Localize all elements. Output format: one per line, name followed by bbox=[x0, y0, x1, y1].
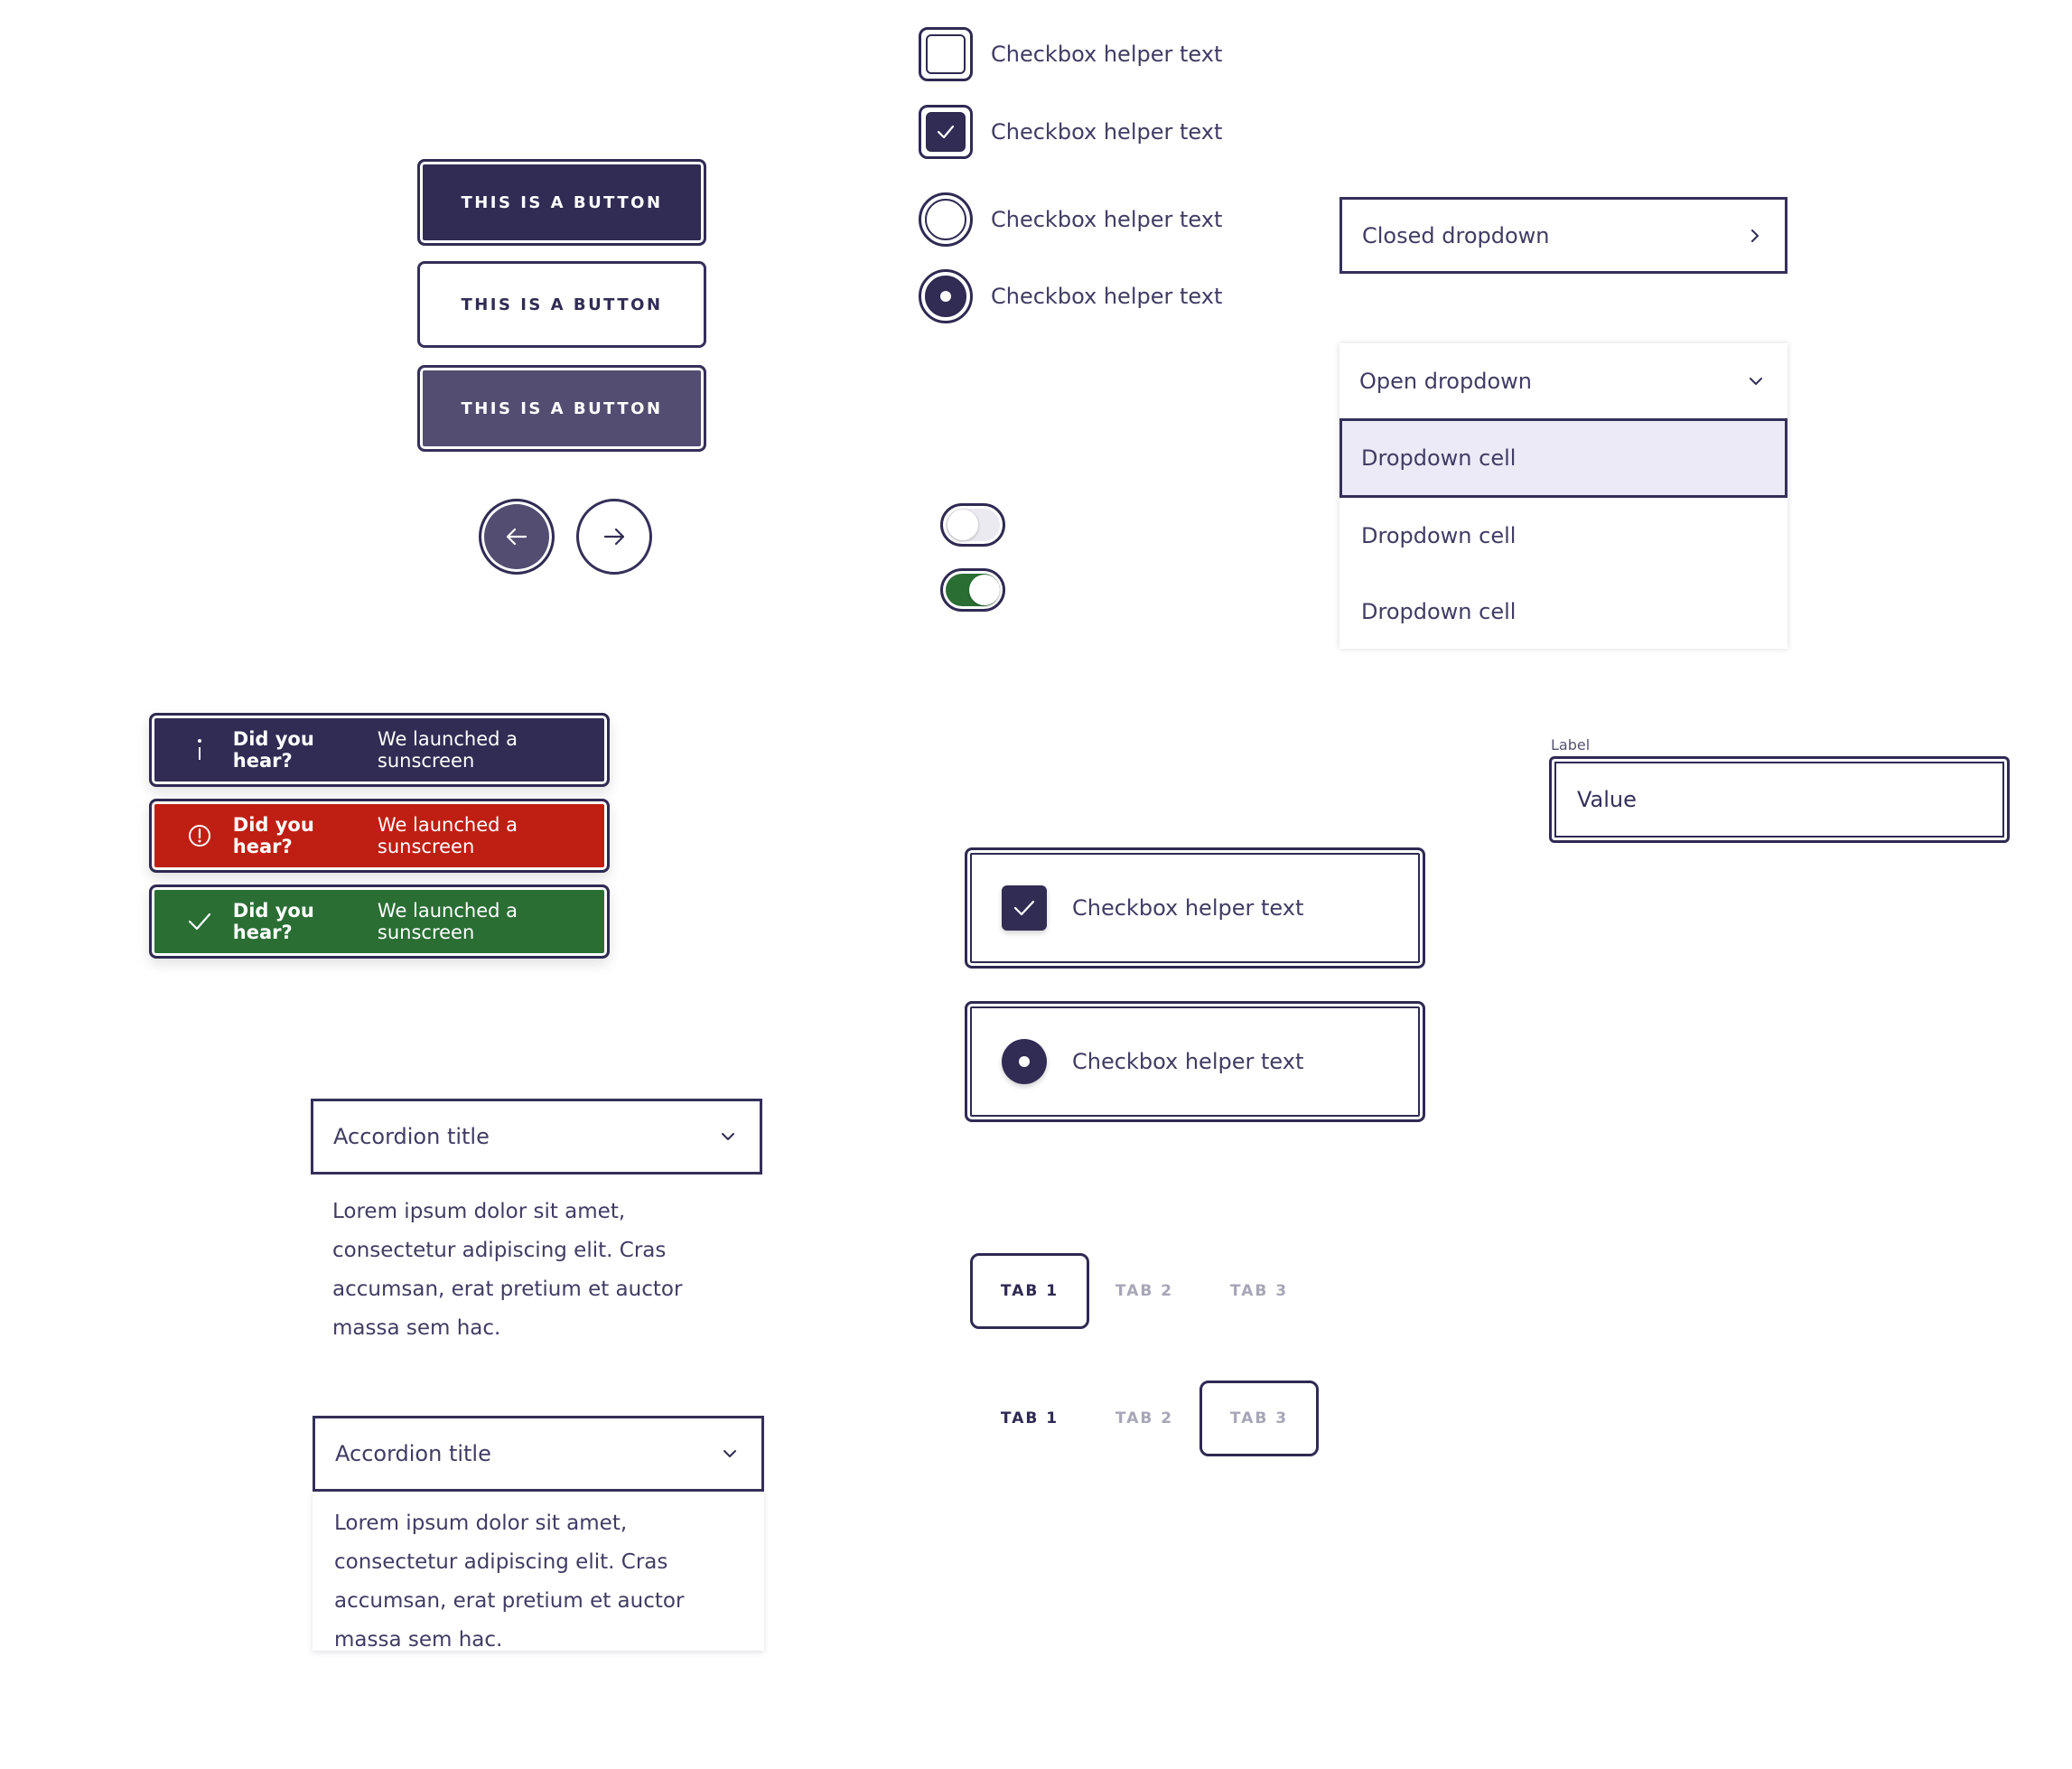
dropdown-cell-label: Dropdown cell bbox=[1361, 523, 1517, 548]
alert-title: Did you hear? bbox=[232, 728, 314, 772]
closed-dropdown[interactable]: Closed dropdown bbox=[1339, 197, 1787, 274]
tab-label: TAB 3 bbox=[1229, 1282, 1289, 1300]
dropdown-cell[interactable]: Dropdown cell bbox=[1339, 498, 1787, 574]
check-icon bbox=[937, 125, 955, 139]
chevron-down-icon bbox=[722, 1133, 734, 1140]
tab-label: TAB 1 bbox=[1000, 1282, 1059, 1300]
radio-selected-row[interactable]: Checkbox helper text bbox=[919, 269, 1222, 323]
accordion-body: Lorem ipsum dolor sit amet, consectetur … bbox=[332, 1200, 683, 1340]
chevron-right-icon bbox=[1751, 229, 1759, 242]
card-label: Checkbox helper text bbox=[1072, 1049, 1304, 1074]
dropdown-cell-label: Dropdown cell bbox=[1361, 445, 1517, 471]
info-alert: Did you hear? We launched a sunscreen bbox=[149, 713, 610, 787]
radio-unselected-row[interactable]: Checkbox helper text bbox=[919, 192, 1222, 247]
accordion-body: Lorem ipsum dolor sit amet, consectetur … bbox=[313, 1492, 764, 1652]
alert-circle-icon bbox=[182, 823, 217, 848]
tab-label: TAB 2 bbox=[1115, 1409, 1174, 1427]
open-dropdown-panel: Open dropdown Dropdown cell Dropdown cel… bbox=[1339, 343, 1787, 649]
checkbox-card[interactable]: Checkbox helper text bbox=[965, 847, 1425, 969]
checkbox-checked[interactable] bbox=[919, 105, 973, 159]
alert-message: We launched a sunscreen bbox=[377, 814, 518, 857]
toggle-on[interactable] bbox=[940, 568, 1005, 612]
accordion-title: Accordion title bbox=[333, 1124, 490, 1149]
toggle-off[interactable] bbox=[940, 503, 1005, 547]
radio-unselected[interactable] bbox=[919, 192, 973, 247]
chevron-down-icon bbox=[723, 1450, 736, 1457]
radio-card[interactable]: Checkbox helper text bbox=[965, 1001, 1425, 1122]
checkbox-unchecked[interactable] bbox=[919, 27, 973, 81]
error-alert: Did you hear? We launched a sunscreen bbox=[149, 799, 610, 873]
tertiary-button[interactable]: THIS IS A BUTTON bbox=[417, 365, 706, 452]
tab-label: TAB 2 bbox=[1115, 1282, 1174, 1300]
primary-button[interactable]: THIS IS A BUTTON bbox=[417, 159, 706, 246]
success-alert: Did you hear? We launched a sunscreen bbox=[149, 884, 610, 959]
accordion-header[interactable]: Accordion title bbox=[311, 1099, 762, 1175]
input-label: Label bbox=[1551, 736, 1591, 753]
tab-1[interactable]: TAB 1 bbox=[970, 1381, 1089, 1456]
radio-selected[interactable] bbox=[919, 269, 973, 323]
alert-message: We launched a sunscreen bbox=[377, 728, 518, 772]
dropdown-cell[interactable]: Dropdown cell bbox=[1339, 574, 1787, 649]
dropdown-cell-label: Dropdown cell bbox=[1361, 598, 1517, 624]
alert-title: Did you hear? bbox=[232, 900, 314, 943]
alert-message: We launched a sunscreen bbox=[377, 900, 518, 943]
value-input[interactable]: Value bbox=[1549, 756, 2010, 843]
tertiary-button-label: THIS IS A BUTTON bbox=[461, 398, 663, 418]
alert-title: Did you hear? bbox=[232, 814, 314, 857]
arrow-right-icon bbox=[603, 528, 625, 546]
secondary-button-label: THIS IS A BUTTON bbox=[461, 295, 663, 314]
tab-3[interactable]: TAB 3 bbox=[1199, 1253, 1319, 1329]
next-button[interactable] bbox=[576, 499, 652, 575]
tab-2[interactable]: TAB 2 bbox=[1085, 1253, 1204, 1329]
check-icon bbox=[182, 911, 217, 932]
arrow-left-icon bbox=[506, 528, 527, 546]
previous-button[interactable] bbox=[479, 499, 555, 575]
checkbox-checked[interactable] bbox=[1002, 885, 1047, 931]
tab-label: TAB 1 bbox=[1000, 1409, 1059, 1427]
dropdown-cell[interactable]: Dropdown cell bbox=[1339, 418, 1787, 498]
primary-button-label: THIS IS A BUTTON bbox=[461, 192, 663, 212]
open-dropdown[interactable]: Open dropdown bbox=[1339, 343, 1787, 418]
radio-label: Checkbox helper text bbox=[991, 207, 1223, 232]
secondary-button[interactable]: THIS IS A BUTTON bbox=[417, 261, 706, 348]
tab-1[interactable]: TAB 1 bbox=[970, 1253, 1089, 1329]
tab-label: TAB 3 bbox=[1229, 1409, 1289, 1427]
open-dropdown-label: Open dropdown bbox=[1359, 368, 1532, 394]
closed-dropdown-label: Closed dropdown bbox=[1362, 222, 1550, 248]
card-label: Checkbox helper text bbox=[1072, 895, 1304, 921]
checkbox-checked-row[interactable]: Checkbox helper text bbox=[919, 105, 1222, 159]
info-icon bbox=[182, 736, 217, 763]
checkbox-label: Checkbox helper text bbox=[991, 119, 1223, 145]
accordion-header[interactable]: Accordion title bbox=[313, 1416, 764, 1492]
tab-2[interactable]: TAB 2 bbox=[1085, 1381, 1204, 1456]
tab-3[interactable]: TAB 3 bbox=[1199, 1381, 1319, 1456]
radio-label: Checkbox helper text bbox=[991, 284, 1223, 309]
chevron-down-icon bbox=[1750, 377, 1762, 385]
checkbox-unchecked-row[interactable]: Checkbox helper text bbox=[919, 27, 1222, 81]
check-icon bbox=[1013, 900, 1035, 916]
checkbox-label: Checkbox helper text bbox=[991, 42, 1223, 67]
radio-selected[interactable] bbox=[1002, 1039, 1047, 1084]
input-value: Value bbox=[1577, 787, 1637, 812]
accordion-title: Accordion title bbox=[335, 1441, 491, 1466]
